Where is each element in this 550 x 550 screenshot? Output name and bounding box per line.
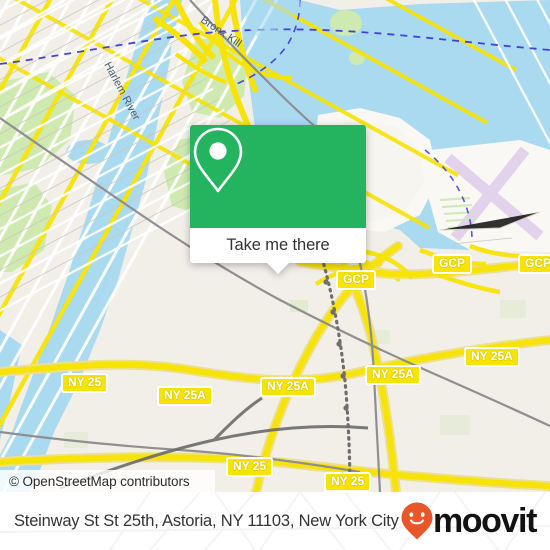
popup-image-area <box>190 125 366 228</box>
map-pin-icon <box>193 127 243 193</box>
popup-cta-button[interactable]: Take me there <box>190 228 366 263</box>
road-shield-ny25: NY 25 <box>324 472 372 492</box>
attribution-text: © OpenStreetMap contributors <box>9 473 190 489</box>
map-popup-card[interactable]: Take me there <box>190 125 366 274</box>
popup-tail <box>267 263 289 274</box>
road-shield-ny25a: NY 25A <box>464 347 520 367</box>
address-text: Steinway St St 25th, Astoria, NY 11103, … <box>14 512 399 530</box>
map-canvas[interactable]: Harlem River Bronx Kill GCP GCP GCP NY 2… <box>0 0 550 492</box>
road-shield-ny25a: NY 25A <box>365 365 421 385</box>
moovit-smiley-pin-icon <box>401 502 433 540</box>
moovit-logo[interactable]: moovit <box>400 501 537 541</box>
road-shield-ny25a: NY 25A <box>260 377 316 397</box>
map-attribution[interactable]: © OpenStreetMap contributors <box>0 470 215 492</box>
road-shield-gcp: GCP <box>336 270 377 290</box>
road-shield-ny25a: NY 25A <box>157 386 213 406</box>
road-shield-gcp: GCP <box>518 254 550 274</box>
road-shield-ny25: NY 25 <box>61 373 109 393</box>
road-shield-ny25: NY 25 <box>226 457 274 477</box>
road-shield-gcp: GCP <box>432 254 473 274</box>
moovit-wordmark: moovit <box>432 502 537 540</box>
moovit-map-screenshot: Harlem River Bronx Kill GCP GCP GCP NY 2… <box>0 0 550 550</box>
footer-bar: Steinway St St 25th, Astoria, NY 11103, … <box>0 492 550 550</box>
popup-cta-label: Take me there <box>226 236 330 254</box>
